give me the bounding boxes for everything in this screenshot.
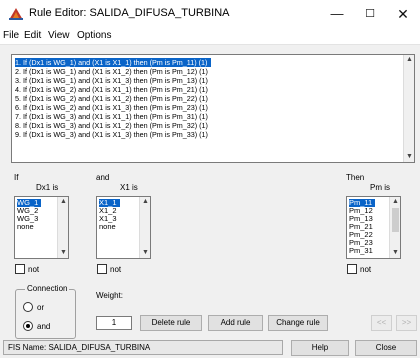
radio-selected-dot: [26, 324, 30, 328]
pm-not-label: not: [360, 265, 372, 274]
scroll-up-icon[interactable]: ▲: [390, 197, 400, 207]
and-option-label: and: [37, 322, 51, 331]
menu-view[interactable]: View: [48, 30, 70, 41]
app-icon: [9, 8, 23, 20]
weight-label: Weight:: [96, 291, 123, 300]
connection-title: Connection: [25, 284, 70, 293]
scroll-down-icon[interactable]: ▼: [58, 248, 68, 258]
title-bar: Rule Editor: SALIDA_DIFUSA_TURBINA — ☐ ✕: [0, 0, 420, 28]
then-label: Then: [346, 173, 365, 182]
rule-item[interactable]: 3. If (Dx1 is WG_1) and (X1 is X1_3) the…: [15, 76, 212, 85]
scroll-down-icon[interactable]: ▼: [140, 248, 150, 258]
rule-item[interactable]: 1. If (Dx1 is WG_1) and (X1 is X1_1) the…: [15, 58, 212, 67]
minimize-button[interactable]: —: [322, 4, 352, 24]
if-label: If: [14, 173, 19, 182]
rule-item[interactable]: 7. If (Dx1 is WG_3) and (X1 is X1_1) the…: [15, 112, 212, 121]
or-label: or: [37, 303, 45, 312]
scrollbar-thumb[interactable]: [392, 208, 399, 232]
rules-scrollbar[interactable]: ▲ ▼: [403, 55, 414, 162]
pm-not-checkbox[interactable]: [347, 264, 357, 274]
rule-item[interactable]: 8. If (Dx1 is WG_3) and (X1 is X1_2) the…: [15, 121, 212, 130]
maximize-button[interactable]: ☐: [355, 4, 385, 24]
menu-file[interactable]: File: [3, 30, 19, 41]
listbox-scrollbar[interactable]: ▲ ▼: [57, 197, 68, 258]
help-button[interactable]: Help: [291, 340, 349, 356]
dx1-listbox[interactable]: WG_1 WG_2 WG_3 none ▲ ▼: [14, 196, 69, 259]
x1-listbox[interactable]: X1_1 X1_2 X1_3 none ▲ ▼: [96, 196, 151, 259]
rule-item[interactable]: 6. If (Dx1 is WG_2) and (X1 is X1_3) the…: [15, 103, 212, 112]
window-title: Rule Editor: SALIDA_DIFUSA_TURBINA: [29, 7, 230, 19]
close-window-button[interactable]: ✕: [388, 4, 418, 24]
delete-rule-button[interactable]: Delete rule: [140, 315, 202, 331]
scroll-down-icon[interactable]: ▼: [404, 152, 414, 162]
menu-edit[interactable]: Edit: [24, 30, 41, 41]
list-item[interactable]: Pm_31: [349, 247, 376, 255]
weight-input[interactable]: 1: [96, 316, 132, 330]
x1-not-label: not: [110, 265, 122, 274]
rule-item[interactable]: 2. If (Dx1 is WG_1) and (X1 is X1_2) the…: [15, 67, 212, 76]
x1-not-checkbox[interactable]: [97, 264, 107, 274]
rule-item[interactable]: 4. If (Dx1 is WG_2) and (X1 is X1_1) the…: [15, 85, 212, 94]
next-button[interactable]: >>: [396, 315, 417, 331]
scroll-down-icon[interactable]: ▼: [390, 248, 400, 258]
menu-bar: File Edit View Options: [0, 28, 420, 45]
close-button[interactable]: Close: [355, 340, 417, 356]
change-rule-button[interactable]: Change rule: [268, 315, 328, 331]
pm-label: Pm is: [370, 183, 390, 192]
rules-list[interactable]: 1. If (Dx1 is WG_1) and (X1 is X1_1) the…: [11, 54, 415, 163]
and-label: and: [96, 173, 110, 182]
list-item[interactable]: none: [17, 223, 37, 231]
status-fis-name: FIS Name: SALIDA_DIFUSA_TURBINA: [3, 340, 283, 355]
or-radio[interactable]: [23, 302, 33, 312]
rule-item[interactable]: 5. If (Dx1 is WG_2) and (X1 is X1_2) the…: [15, 94, 212, 103]
scroll-up-icon[interactable]: ▲: [58, 197, 68, 207]
scroll-up-icon[interactable]: ▲: [140, 197, 150, 207]
menu-options[interactable]: Options: [77, 30, 111, 41]
dx1-label: Dx1 is: [36, 183, 59, 192]
pm-listbox[interactable]: Pm_11 Pm_12 Pm_13 Pm_21 Pm_22 Pm_23 Pm_3…: [346, 196, 401, 259]
listbox-scrollbar[interactable]: ▲ ▼: [389, 197, 400, 258]
scroll-up-icon[interactable]: ▲: [404, 55, 414, 65]
list-item[interactable]: none: [99, 223, 119, 231]
and-radio[interactable]: [23, 321, 33, 331]
dx1-not-label: not: [28, 265, 40, 274]
listbox-scrollbar[interactable]: ▲ ▼: [139, 197, 150, 258]
x1-label: X1 is: [120, 183, 138, 192]
prev-button[interactable]: <<: [371, 315, 392, 331]
rule-item[interactable]: 9. If (Dx1 is WG_3) and (X1 is X1_3) the…: [15, 130, 212, 139]
dx1-not-checkbox[interactable]: [15, 264, 25, 274]
add-rule-button[interactable]: Add rule: [208, 315, 263, 331]
connection-group: Connection or and: [15, 284, 76, 339]
